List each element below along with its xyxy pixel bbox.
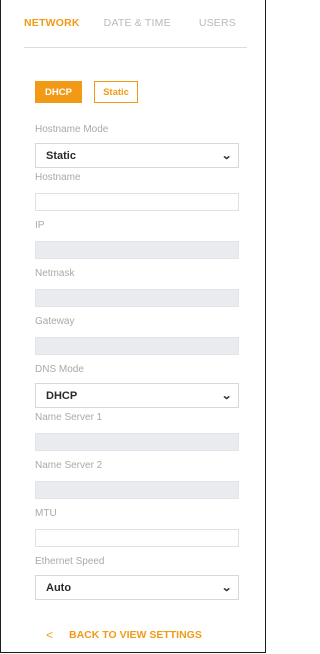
static-button[interactable]: Static	[94, 81, 138, 103]
dns-mode-select[interactable]: DHCP ⌄	[35, 383, 239, 408]
netmask-input[interactable]	[35, 289, 239, 307]
gateway-field: Gateway	[35, 316, 239, 355]
hostname-mode-field: Hostname Mode Static ⌄	[35, 124, 239, 168]
ip-input[interactable]	[35, 241, 239, 259]
chevron-down-icon: ⌄	[220, 582, 232, 594]
chevron-left-icon: <	[46, 628, 54, 642]
chevron-down-icon: ⌄	[220, 390, 232, 402]
ethernet-speed-value: Auto	[46, 581, 72, 594]
hostname-mode-select[interactable]: Static ⌄	[35, 143, 239, 168]
chevron-down-icon: ⌄	[220, 150, 232, 162]
hostname-label: Hostname	[35, 172, 81, 183]
ip-mode-toggle: DHCP Static	[35, 81, 138, 103]
name-server-1-label: Name Server 1	[35, 412, 103, 423]
mtu-input[interactable]	[35, 529, 239, 547]
dhcp-button[interactable]: DHCP	[35, 81, 82, 103]
gateway-label: Gateway	[35, 316, 75, 327]
netmask-field: Netmask	[35, 268, 239, 307]
dns-mode-value: DHCP	[46, 389, 78, 402]
tab-date-time[interactable]: DATE & TIME	[104, 16, 171, 47]
hostname-input[interactable]	[35, 193, 239, 211]
name-server-2-field: Name Server 2	[35, 460, 239, 499]
back-to-view-settings-link[interactable]: < BACK TO VIEW SETTINGS	[46, 628, 202, 642]
tab-users[interactable]: USERS	[199, 16, 236, 47]
settings-tabs: NETWORK DATE & TIME USERS	[24, 16, 247, 48]
ip-field: IP	[35, 220, 239, 259]
dns-mode-label: DNS Mode	[35, 364, 84, 375]
name-server-1-field: Name Server 1	[35, 412, 239, 451]
tab-network[interactable]: NETWORK	[24, 16, 80, 47]
ethernet-speed-label: Ethernet Speed	[35, 556, 105, 567]
hostname-mode-label: Hostname Mode	[35, 124, 109, 135]
mtu-label: MTU	[35, 508, 57, 519]
back-label: BACK TO VIEW SETTINGS	[69, 629, 202, 641]
name-server-1-input[interactable]	[35, 433, 239, 451]
mtu-field: MTU	[35, 508, 239, 547]
ethernet-speed-field: Ethernet Speed Auto ⌄	[35, 556, 239, 600]
netmask-label: Netmask	[35, 268, 75, 279]
hostname-field: Hostname	[35, 172, 239, 211]
ethernet-speed-select[interactable]: Auto ⌄	[35, 575, 239, 600]
hostname-mode-value: Static	[46, 149, 76, 162]
settings-panel: NETWORK DATE & TIME USERS DHCP Static Ho…	[0, 0, 266, 653]
ip-label: IP	[35, 220, 45, 231]
name-server-2-input[interactable]	[35, 481, 239, 499]
name-server-2-label: Name Server 2	[35, 460, 103, 471]
dns-mode-field: DNS Mode DHCP ⌄	[35, 364, 239, 408]
gateway-input[interactable]	[35, 337, 239, 355]
